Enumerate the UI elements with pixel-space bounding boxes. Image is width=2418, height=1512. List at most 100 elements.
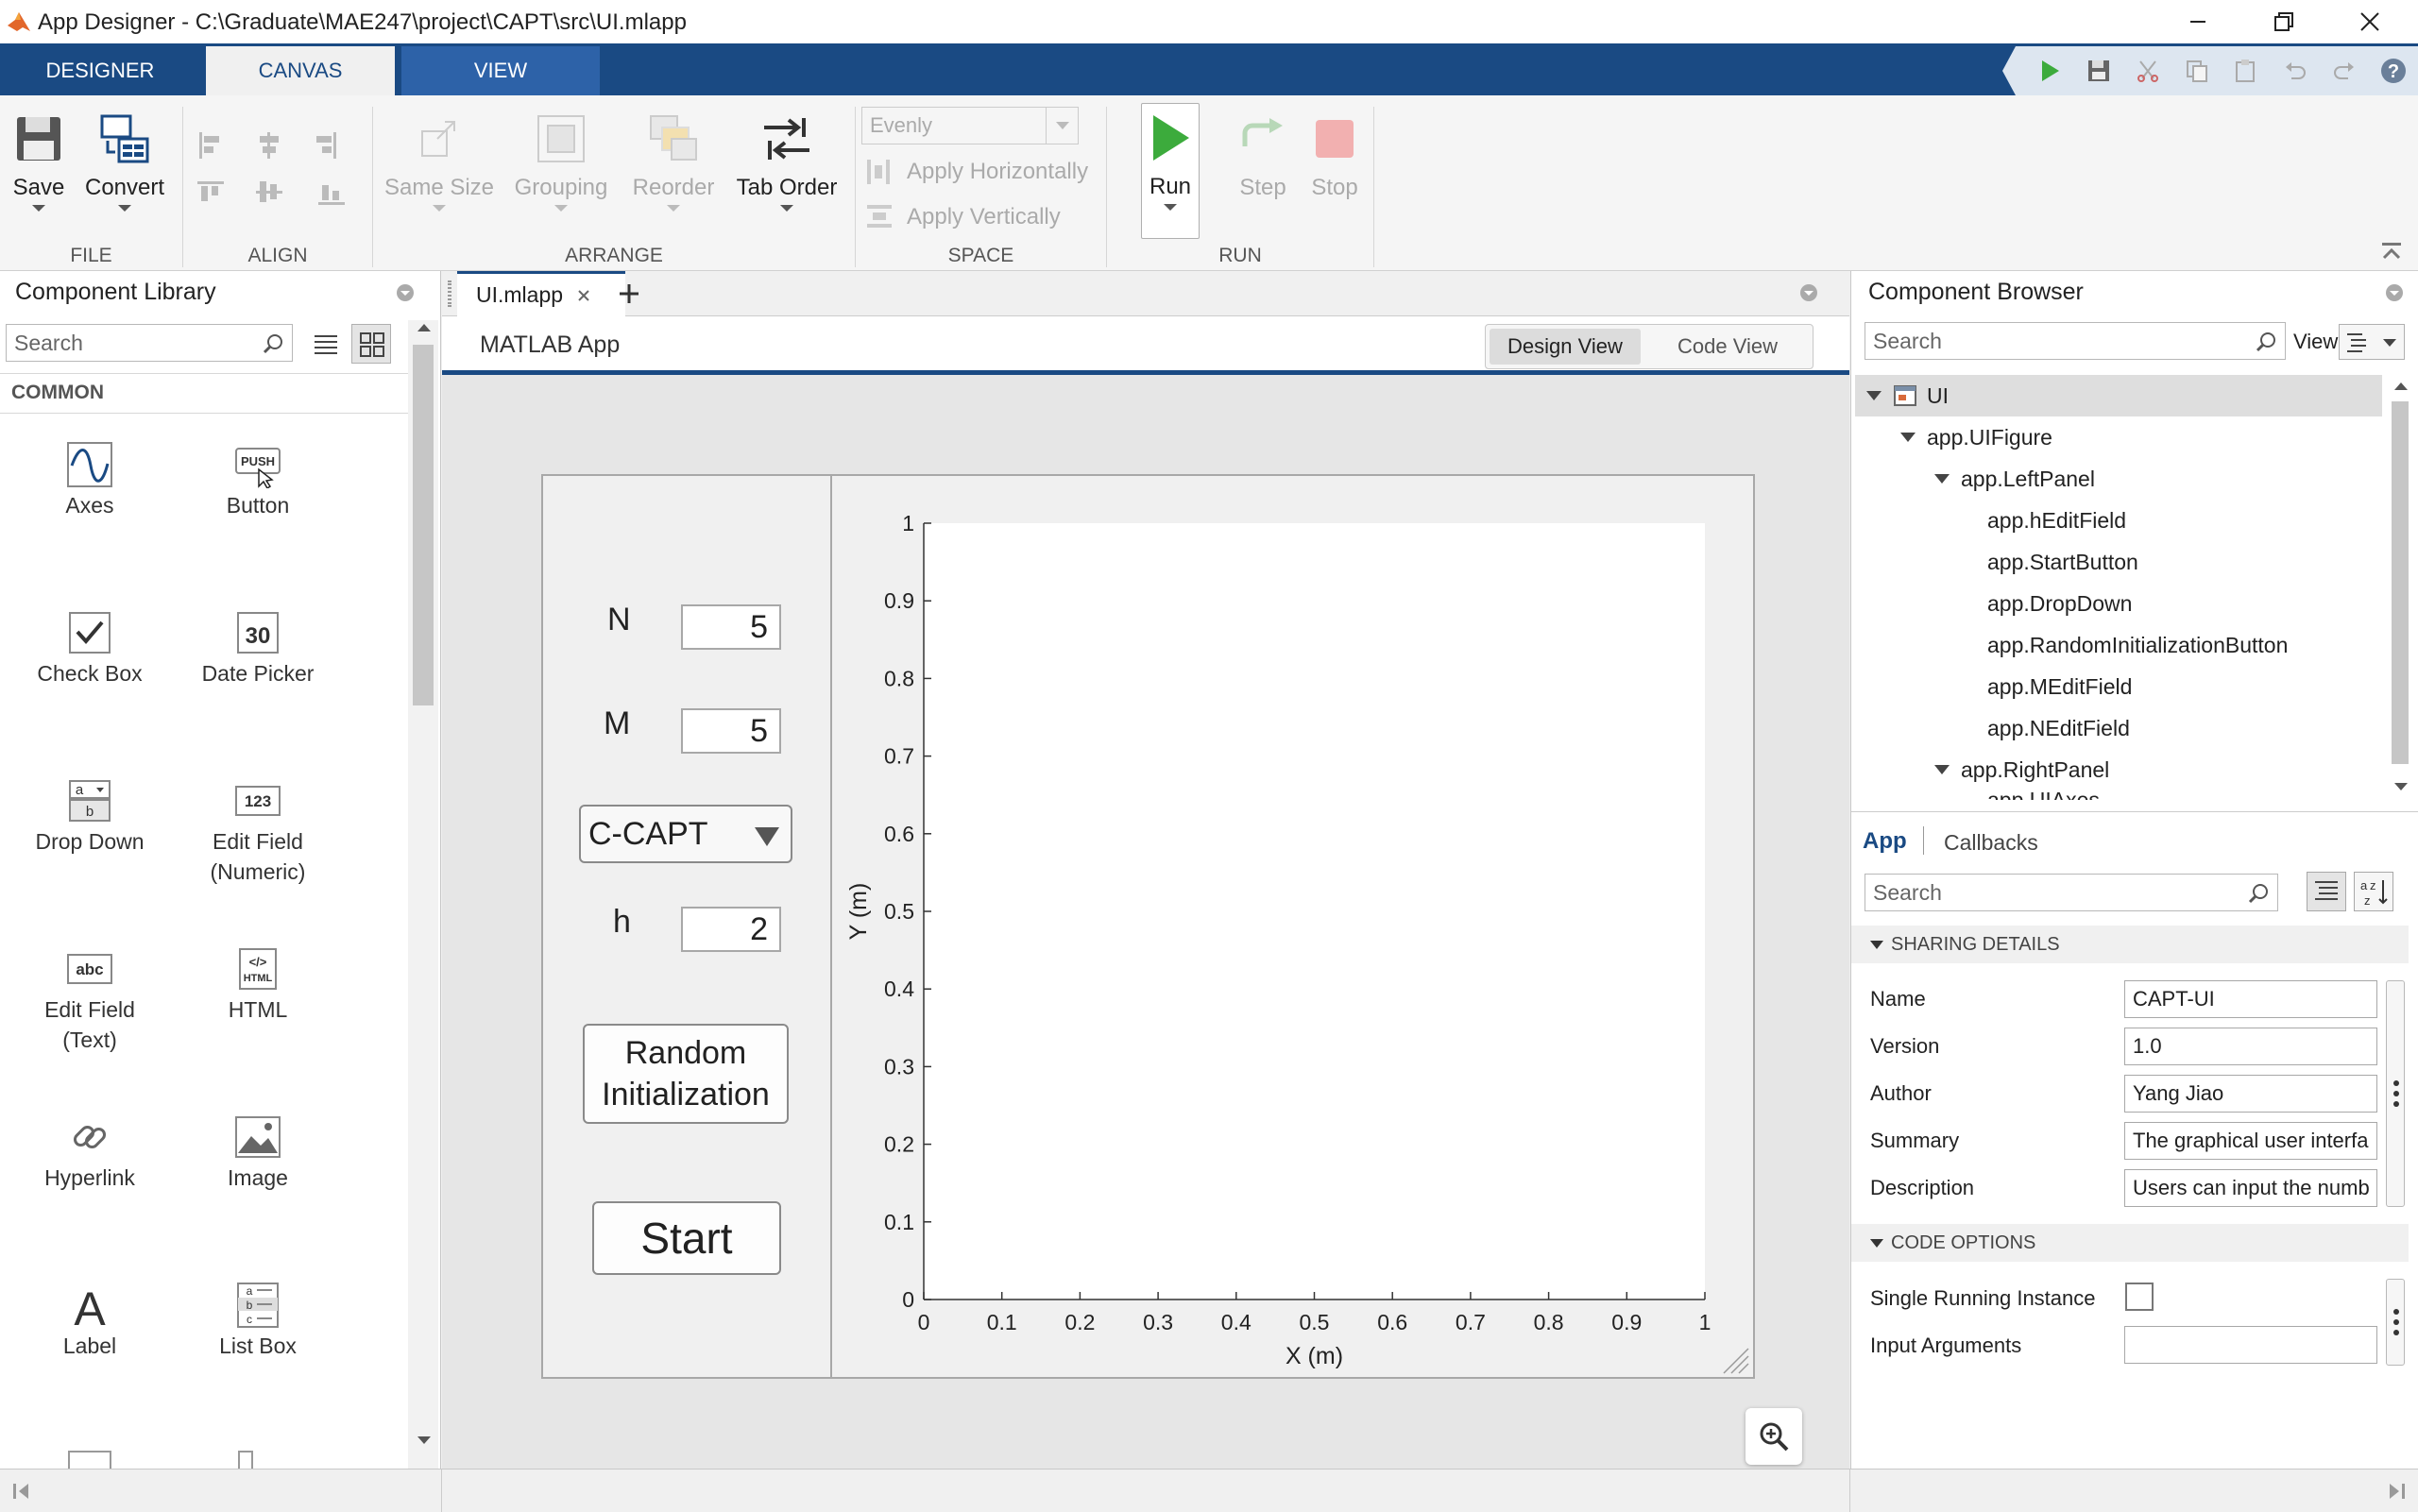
scroll-thumb[interactable]: [2392, 401, 2409, 764]
restore-button[interactable]: [2248, 0, 2320, 43]
run-button[interactable]: Run: [1141, 103, 1200, 239]
qat-help-button[interactable]: ?: [2369, 46, 2418, 95]
date-picker-component[interactable]: 30 Date Picker: [178, 602, 338, 688]
step-button[interactable]: Step: [1232, 105, 1294, 201]
drag-handle[interactable]: [448, 280, 451, 307]
drop-down-component[interactable]: ab Drop Down: [9, 770, 170, 857]
right-panel[interactable]: 0 0.1 0.2 0.3 0.4 0.5 0.6 0.7 0.8 0.9 1 0 0.1 0.2 0.3 0…: [834, 476, 1753, 1377]
html-component[interactable]: </> HTML HTML: [178, 938, 338, 1025]
prop-version-field[interactable]: 1.0: [2124, 1028, 2377, 1065]
scroll-down-arrow-icon[interactable]: [2394, 783, 2408, 790]
tree-node-dropdown[interactable]: app.DropDown: [1987, 583, 2132, 624]
scroll-thumb[interactable]: [413, 345, 434, 705]
tree-node-leftpanel[interactable]: app.LeftPanel: [1934, 458, 2095, 500]
prop-author-field[interactable]: Yang Jiao: [2124, 1075, 2377, 1113]
axes-component[interactable]: Axes: [9, 433, 170, 520]
tab-ui-mlapp[interactable]: UI.mlapp: [457, 271, 625, 316]
qat-save-button[interactable]: [2074, 46, 2123, 95]
collapse-left-icon[interactable]: [11, 1481, 32, 1502]
ui-axes[interactable]: 0 0.1 0.2 0.3 0.4 0.5 0.6 0.7 0.8 0.9 1 0 0.1 0.2 0.3 0…: [834, 476, 1753, 1377]
panel-menu-icon[interactable]: [2384, 282, 2405, 303]
hyperlink-component[interactable]: Hyperlink: [9, 1106, 170, 1193]
same-size-button[interactable]: Same Size: [383, 105, 496, 212]
apply-horizontally-button[interactable]: Apply Horizontally: [865, 158, 1088, 186]
scroll-down-arrow-icon[interactable]: [417, 1436, 431, 1444]
tree-node-uifigure[interactable]: app.UIFigure: [1900, 416, 2052, 458]
align-icons[interactable]: [194, 128, 364, 223]
view-mode-dropdown[interactable]: [2339, 324, 2405, 360]
add-tab-icon[interactable]: [616, 280, 642, 307]
sharing-details-header[interactable]: SHARING DETAILS: [1851, 926, 2409, 963]
tree-node-randominitializationbutton[interactable]: app.RandomInitializationButton: [1987, 624, 2288, 666]
reorder-button[interactable]: Reorder: [623, 105, 724, 212]
label-component[interactable]: A Label: [9, 1274, 170, 1361]
qat-cut-button[interactable]: [2123, 46, 2172, 95]
group-view-button[interactable]: [2307, 872, 2346, 911]
qat-redo-button[interactable]: [2320, 46, 2369, 95]
save-ribbon-button[interactable]: Save: [9, 105, 68, 212]
tree-node-meditfield[interactable]: app.MEditField: [1987, 666, 2132, 707]
browser-search-input[interactable]: Search: [1865, 322, 2286, 360]
zoom-button[interactable]: [1745, 1408, 1802, 1465]
sort-alpha-button[interactable]: azz: [2354, 872, 2393, 911]
panel-menu-icon[interactable]: [1798, 282, 1819, 303]
app-tab[interactable]: App: [1863, 828, 1907, 855]
library-scrollbar[interactable]: [408, 320, 438, 1469]
tree-node-rightpanel[interactable]: app.RightPanel: [1934, 749, 2109, 790]
close-button[interactable]: [2334, 0, 2406, 43]
more-options-button[interactable]: [2386, 1279, 2405, 1366]
single-instance-checkbox[interactable]: [2125, 1283, 2154, 1311]
tree-scrollbar[interactable]: [2390, 382, 2412, 798]
convert-ribbon-button[interactable]: Convert: [85, 105, 164, 212]
qat-undo-button[interactable]: [2271, 46, 2320, 95]
button-component[interactable]: PUSH Button: [178, 433, 338, 520]
panel-menu-icon[interactable]: [395, 282, 416, 303]
scroll-up-arrow-icon[interactable]: [417, 324, 431, 331]
more-options-button[interactable]: [2386, 980, 2405, 1207]
n-edit-field[interactable]: 5: [681, 604, 781, 650]
ui-figure[interactable]: N 5 M 5 C-CAPT h 2 Random Initialization…: [541, 474, 1755, 1379]
collapse-right-icon[interactable]: [2386, 1481, 2407, 1502]
code-options-header[interactable]: CODE OPTIONS: [1851, 1224, 2409, 1262]
tab-order-button[interactable]: Tab Order: [729, 105, 844, 212]
list-view-icon[interactable]: [312, 330, 340, 358]
tab-view[interactable]: VIEW: [401, 46, 600, 95]
start-button[interactable]: Start: [592, 1201, 781, 1275]
h-edit-field[interactable]: 2: [681, 907, 781, 952]
tab-canvas[interactable]: CANVAS: [206, 46, 395, 95]
prop-name-field[interactable]: CAPT-UI: [2124, 980, 2377, 1018]
tab-designer[interactable]: DESIGNER: [9, 46, 191, 95]
algorithm-dropdown[interactable]: C-CAPT: [579, 805, 792, 863]
tree-node-ui[interactable]: UI: [1866, 375, 1949, 416]
qat-copy-button[interactable]: [2172, 46, 2222, 95]
tree-node-uiaxes[interactable]: app.UIAxes: [1987, 790, 2100, 800]
spacing-dropdown[interactable]: Evenly: [861, 107, 1079, 144]
grouping-button[interactable]: Grouping: [505, 105, 617, 212]
grid-view-button[interactable]: [351, 324, 391, 364]
scroll-up-arrow-icon[interactable]: [2394, 382, 2408, 390]
tree-node-startbutton[interactable]: app.StartButton: [1987, 541, 2138, 583]
random-initialization-button[interactable]: Random Initialization: [583, 1024, 789, 1124]
prop-summary-field[interactable]: The graphical user interfa: [2124, 1122, 2377, 1160]
m-edit-field[interactable]: 5: [681, 708, 781, 754]
close-tab-icon[interactable]: [576, 288, 591, 303]
design-view-button[interactable]: Design View: [1490, 329, 1641, 365]
qat-paste-button[interactable]: [2222, 46, 2271, 95]
code-view-button[interactable]: Code View: [1648, 329, 1807, 365]
prop-description-field[interactable]: Users can input the numb: [2124, 1169, 2377, 1207]
edit-field-numeric-component[interactable]: 123 Edit Field (Numeric): [178, 770, 338, 887]
apply-vertically-button[interactable]: Apply Vertically: [865, 203, 1061, 231]
callbacks-tab[interactable]: Callbacks: [1944, 830, 2038, 856]
library-search-input[interactable]: Search: [6, 324, 293, 362]
stop-button[interactable]: Stop: [1303, 105, 1366, 201]
left-panel[interactable]: N 5 M 5 C-CAPT h 2 Random Initialization…: [543, 476, 832, 1377]
list-box-component[interactable]: abc List Box: [178, 1274, 338, 1361]
collapse-ribbon-icon[interactable]: [2380, 241, 2403, 263]
property-search-input[interactable]: Search: [1865, 874, 2278, 911]
tree-node-neditfield[interactable]: app.NEditField: [1987, 707, 2130, 749]
input-arguments-field[interactable]: [2124, 1326, 2377, 1364]
check-box-component[interactable]: Check Box: [9, 602, 170, 688]
image-component[interactable]: Image: [178, 1106, 338, 1193]
tree-node-heditfield[interactable]: app.hEditField: [1987, 500, 2126, 541]
edit-field-text-component[interactable]: abc Edit Field (Text): [9, 938, 170, 1055]
